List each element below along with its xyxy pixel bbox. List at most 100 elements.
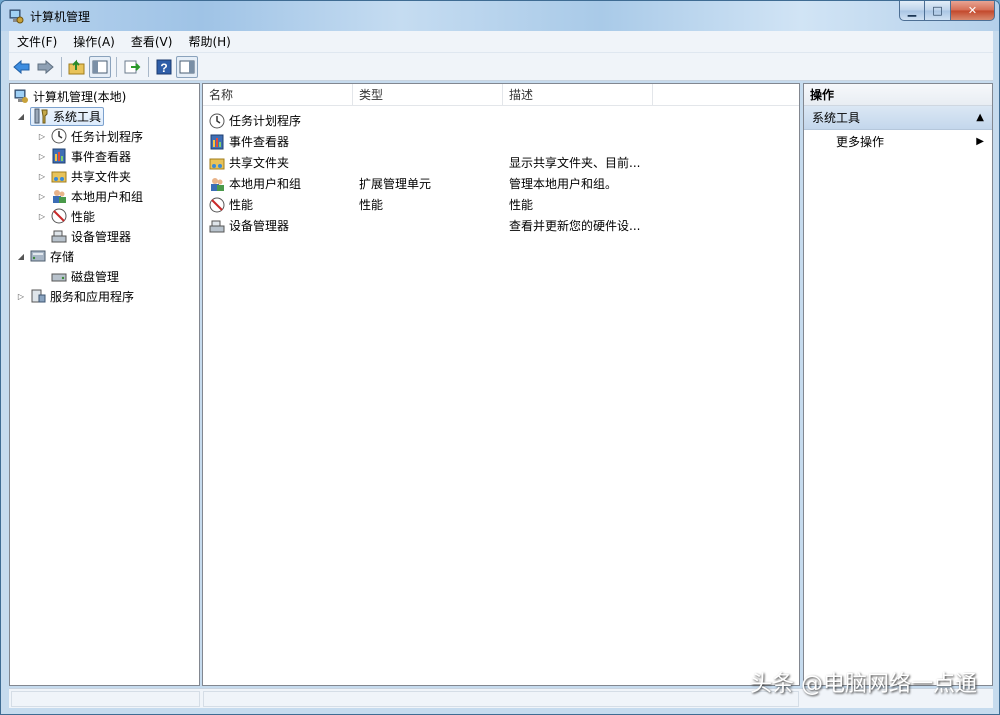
show-hide-action-pane-button[interactable] (176, 55, 198, 78)
list-row-task-scheduler[interactable]: 任务计划程序 (203, 110, 799, 131)
tree-label: 任务计划程序 (71, 129, 144, 144)
tree-item-device-manager[interactable]: 设备管理器 (51, 226, 131, 246)
cell-name: 性能 (203, 196, 353, 213)
tree-label: 存储 (50, 249, 75, 264)
export-list-button[interactable] (121, 56, 143, 78)
close-button[interactable]: ✕ (951, 1, 995, 21)
menu-view[interactable]: 查看(V) (123, 31, 181, 53)
result-list: 名称 类型 描述 任务计划程序 事件查看器 共享文件夹 显示共享文件夹、目前..… (202, 83, 800, 686)
selected-node: 系统工具 (30, 106, 105, 126)
minimize-icon: ▁ (907, 4, 917, 17)
toolbar-separator (148, 56, 149, 77)
cell-description: 性能 (509, 198, 534, 212)
clock-icon (209, 113, 225, 128)
tree-label: 设备管理器 (71, 229, 132, 244)
column-header-type[interactable]: 类型 (353, 84, 503, 106)
users-icon (53, 190, 66, 203)
clock-icon (51, 128, 67, 144)
cell-name: 事件查看器 (203, 133, 353, 150)
cell-type: 扩展管理单元 (359, 177, 432, 191)
actions-pane: 操作 系统工具 ▲ 更多操作 ▶ (803, 83, 993, 686)
performance-icon (51, 208, 67, 224)
computer-management-icon (9, 9, 24, 24)
expand-arrow-icon[interactable]: ▷ (37, 151, 47, 161)
column-header-description[interactable]: 描述 (503, 84, 653, 106)
tree-label: 磁盘管理 (71, 269, 120, 284)
tools-icon (34, 108, 48, 124)
show-hide-console-tree-button[interactable] (89, 55, 111, 78)
forward-arrow-icon (37, 59, 54, 74)
tree-label: 系统工具 (53, 109, 102, 124)
shared-folder-icon (209, 158, 225, 169)
tree-label: 共享文件夹 (71, 169, 132, 184)
tree-item-task-scheduler[interactable]: ▷ 任务计划程序 (37, 126, 143, 146)
toolbar: ? (9, 53, 993, 81)
menu-file[interactable]: 文件(F) (9, 31, 65, 53)
actions-section-system-tools[interactable]: 系统工具 ▲ (804, 106, 992, 130)
more-actions-label: 更多操作 (836, 135, 885, 149)
list-row-device-manager[interactable]: 设备管理器 查看并更新您的硬件设... (203, 215, 799, 236)
expand-arrow-icon[interactable]: ▷ (37, 171, 47, 181)
users-icon (211, 177, 224, 191)
list-row-performance[interactable]: 性能 性能 性能 (203, 194, 799, 215)
tree-item-shared-folders[interactable]: ▷ 共享文件夹 (37, 166, 131, 186)
actions-section-label: 系统工具 (812, 111, 861, 125)
performance-icon (209, 197, 225, 212)
tree-item-local-users-groups[interactable]: ▷ 本地用户和组 (37, 186, 143, 206)
tree-item-services-applications[interactable]: ▷ 服务和应用程序 (16, 286, 134, 306)
expand-arrow-icon[interactable]: ▷ (37, 211, 47, 221)
cell-description: 管理本地用户和组。 (509, 177, 618, 191)
expand-arrow-icon[interactable]: ▷ (37, 131, 47, 141)
list-header: 名称 类型 描述 (203, 84, 799, 106)
toolbar-separator (116, 56, 117, 77)
up-one-level-button[interactable] (66, 56, 88, 78)
console-tree: 计算机管理(本地) ◢ 系统工具 ▷ 任务计划程序 ▷ 事件查看器 ▷ 共享文件… (9, 83, 200, 686)
toolbar-separator (61, 56, 62, 77)
tree-item-storage[interactable]: ◢ 存储 (16, 246, 74, 266)
list-row-event-viewer[interactable]: 事件查看器 (203, 131, 799, 152)
help-button[interactable]: ? (153, 56, 175, 78)
back-button[interactable] (11, 56, 33, 78)
watermark: 头条 @电脑网络一点通 (750, 672, 977, 697)
row-name: 性能 (229, 198, 254, 212)
collapse-up-icon[interactable]: ▲ (976, 106, 984, 130)
submenu-arrow-icon: ▶ (976, 136, 984, 147)
computer-management-icon (14, 89, 28, 103)
tree-item-performance[interactable]: ▷ 性能 (37, 206, 95, 226)
more-actions-item[interactable]: 更多操作 ▶ (804, 130, 992, 154)
disk-icon (51, 273, 67, 282)
event-viewer-icon (52, 148, 66, 164)
cell-type: 性能 (359, 198, 384, 212)
expand-arrow-icon[interactable]: ▷ (16, 291, 26, 301)
minimize-button[interactable]: ▁ (899, 1, 925, 21)
menu-action[interactable]: 操作(A) (65, 31, 123, 53)
row-name: 任务计划程序 (229, 114, 302, 128)
collapse-arrow-icon[interactable]: ◢ (16, 111, 26, 121)
device-manager-icon (51, 230, 67, 243)
list-row-local-users-groups[interactable]: 本地用户和组 扩展管理单元 管理本地用户和组。 (203, 173, 799, 194)
forward-button[interactable] (34, 56, 56, 78)
tree-label: 服务和应用程序 (50, 289, 135, 304)
expand-arrow-icon[interactable]: ▷ (37, 191, 47, 201)
storage-icon (30, 250, 46, 262)
maximize-icon: □ (932, 4, 943, 17)
collapse-arrow-icon[interactable]: ◢ (16, 251, 26, 261)
tree-item-disk-management[interactable]: 磁盘管理 (51, 266, 119, 286)
list-row-shared-folders[interactable]: 共享文件夹 显示共享文件夹、目前... (203, 152, 799, 173)
actions-header: 操作 (804, 84, 992, 106)
row-name: 设备管理器 (229, 219, 290, 233)
window-title: 计算机管理 (30, 10, 91, 24)
tree-item-root[interactable]: 计算机管理(本地) (13, 86, 126, 106)
maximize-button[interactable]: □ (925, 1, 951, 21)
tree-item-event-viewer[interactable]: ▷ 事件查看器 (37, 146, 131, 166)
menu-help[interactable]: 帮助(H) (180, 31, 238, 53)
event-viewer-icon (210, 134, 224, 149)
row-name: 本地用户和组 (229, 177, 302, 191)
tree-label: 事件查看器 (71, 149, 132, 164)
tree-label: 性能 (71, 209, 96, 224)
title-bar[interactable]: 计算机管理 ▁ □ ✕ (1, 1, 999, 31)
folder-up-icon (68, 59, 85, 74)
close-icon: ✕ (967, 4, 978, 17)
column-header-name[interactable]: 名称 (203, 84, 353, 106)
tree-item-system-tools[interactable]: ◢ 系统工具 (16, 106, 105, 126)
